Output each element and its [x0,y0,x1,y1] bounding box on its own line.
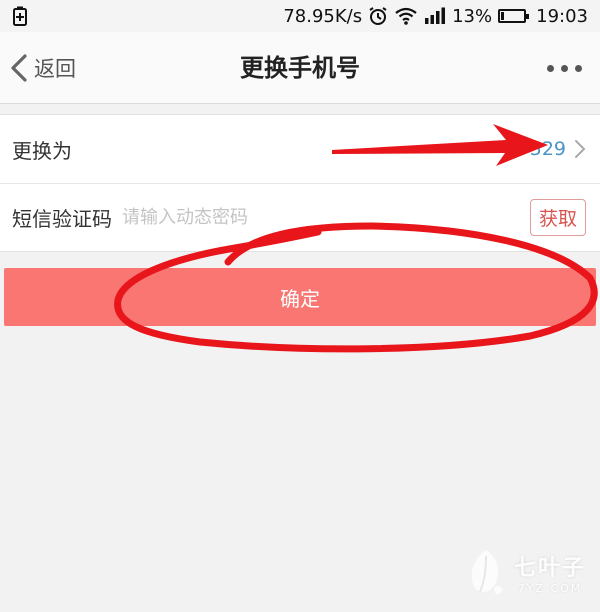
battery-icon [498,9,530,23]
more-icon [547,64,554,72]
form-card: 更换为 529 短信验证码 获取 [0,114,600,252]
chevron-left-icon [11,54,27,82]
chevron-right-icon [574,139,586,159]
battery-fill [501,12,505,20]
network-speed: 78.95K/s [283,5,363,27]
change-phone-row[interactable]: 更换为 529 [0,115,600,183]
alarm-clock-icon [369,7,387,25]
sms-code-label: 短信验证码 [12,207,112,231]
sms-code-row: 短信验证码 获取 [0,183,600,251]
change-to-label: 更换为 [12,138,72,163]
leaf-logo-icon [471,550,502,594]
back-button[interactable]: 返回 [8,32,76,104]
battery-saver-icon [13,6,27,26]
watermark-name: 七叶子 [513,555,586,581]
sms-code-input[interactable] [122,207,530,228]
nav-bar: 返回 更换手机号 [0,32,600,104]
battery-percent: 13% [452,5,493,27]
status-left [12,6,28,26]
more-icon [561,64,568,72]
status-bar: 78.95K/s 13% 19:03 [0,0,600,32]
new-phone-value: 529 [529,138,566,160]
status-right: 78.95K/s 13% 19:03 [283,6,588,27]
watermark-text: 七叶子 7YZ.COM [514,550,586,595]
watermark-domain: 7YZ.COM [517,581,583,595]
confirm-button[interactable]: 确定 [4,268,596,326]
get-code-button[interactable]: 获取 [529,199,586,236]
more-button[interactable] [547,32,582,104]
more-icon [575,64,582,72]
signal-icon [425,7,446,24]
page-title: 更换手机号 [240,54,360,82]
watermark: 七叶子 7YZ.COM [464,546,586,598]
clock-time: 19:03 [536,5,588,27]
wifi-icon [395,7,417,25]
back-label: 返回 [34,57,76,81]
